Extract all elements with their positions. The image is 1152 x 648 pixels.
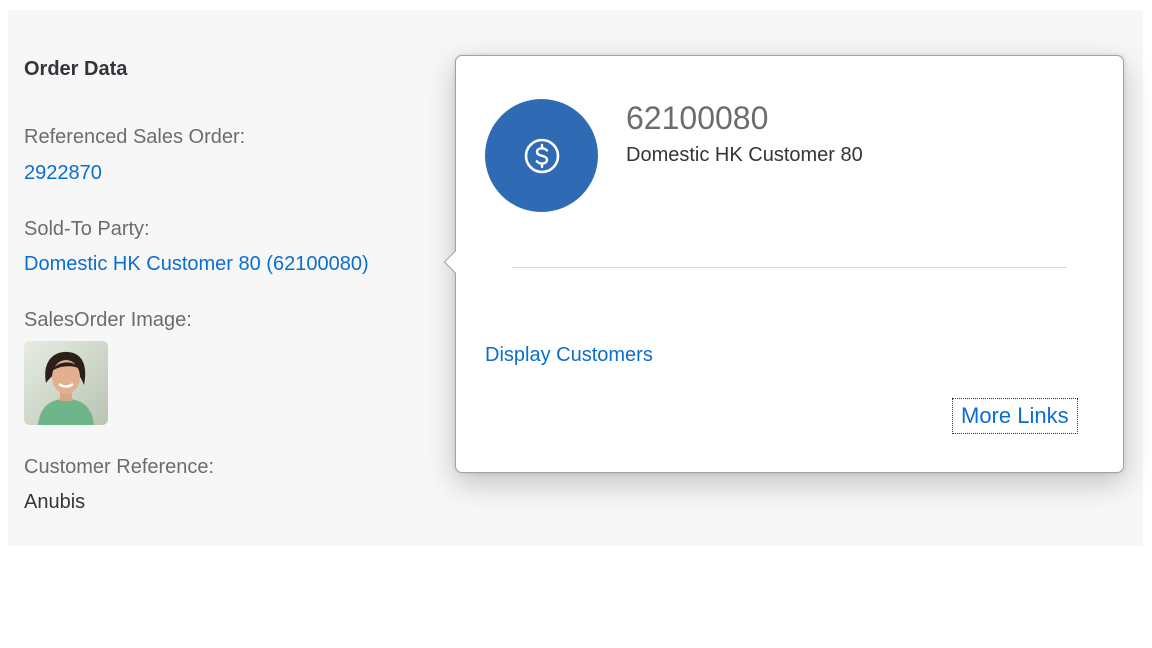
sales-order-image-label: SalesOrder Image: xyxy=(24,309,192,331)
customer-reference-label: Customer Reference: xyxy=(24,456,215,478)
popover-subtitle: Domestic HK Customer 80 xyxy=(626,144,863,166)
referenced-sales-order-link[interactable]: 2922870 xyxy=(24,162,102,185)
customer-avatar xyxy=(485,99,598,212)
popover-title: 62100080 xyxy=(626,100,769,136)
quickview-popover: 62100080 Domestic HK Customer 80 Display… xyxy=(443,55,1124,473)
display-customers-link[interactable]: Display Customers xyxy=(485,344,653,367)
referenced-sales-order-label: Referenced Sales Order: xyxy=(24,126,246,148)
customer-reference-value: Anubis xyxy=(24,491,86,513)
popover-divider xyxy=(512,267,1067,268)
sales-order-image[interactable] xyxy=(24,341,108,425)
person-photo-icon xyxy=(24,341,108,425)
more-links-button[interactable]: More Links xyxy=(952,398,1078,434)
section-title: Order Data xyxy=(24,58,128,80)
sold-to-party-label: Sold-To Party: xyxy=(24,218,150,240)
sold-to-party-link[interactable]: Domestic HK Customer 80 (62100080) xyxy=(24,253,369,276)
dollar-icon xyxy=(524,138,559,173)
